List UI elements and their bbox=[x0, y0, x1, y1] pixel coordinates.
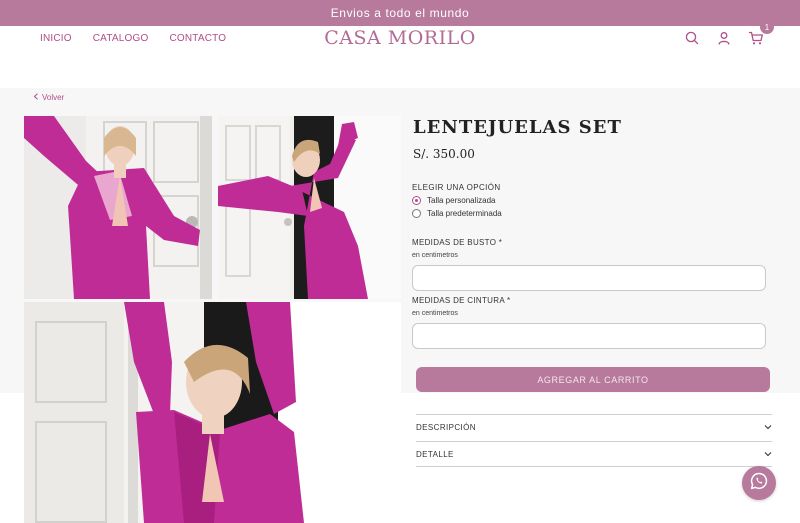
whatsapp-button[interactable] bbox=[742, 466, 776, 500]
cintura-hint: en centimetros bbox=[412, 310, 458, 317]
product-photo-2[interactable] bbox=[218, 116, 401, 299]
product-title: LENTEJUELAS SET bbox=[413, 117, 622, 138]
announcement-text: Envios a todo el mundo bbox=[330, 6, 470, 20]
whatsapp-icon bbox=[749, 471, 769, 496]
accordion-label: DESCRIPCIÓN bbox=[416, 422, 476, 432]
announcement-bar: Envios a todo el mundo bbox=[0, 0, 800, 26]
accordion-label: DETALLE bbox=[416, 449, 454, 459]
busto-input[interactable] bbox=[412, 265, 766, 291]
cintura-input[interactable] bbox=[412, 323, 766, 349]
option-talla-predeterminada[interactable]: Talla predeterminada bbox=[412, 209, 502, 218]
chevron-down-icon bbox=[764, 450, 772, 459]
cintura-label: MEDIDAS DE CINTURA * bbox=[412, 296, 511, 305]
product-photo-1[interactable] bbox=[24, 116, 212, 299]
back-link[interactable]: Volver bbox=[33, 93, 64, 102]
cart-icon[interactable]: 1 bbox=[748, 20, 774, 46]
option-talla-personalizada[interactable]: Talla personalizada bbox=[412, 196, 496, 205]
busto-label: MEDIDAS DE BUSTO * bbox=[412, 238, 503, 247]
cart-count-badge: 1 bbox=[760, 20, 774, 34]
accordion-divider bbox=[416, 466, 772, 467]
chevron-down-icon bbox=[764, 423, 772, 432]
radio-selected[interactable] bbox=[412, 196, 421, 205]
search-icon[interactable] bbox=[684, 30, 700, 46]
product-price: S/. 350.00 bbox=[413, 147, 475, 161]
accordion-descripcion[interactable]: DESCRIPCIÓN bbox=[416, 414, 772, 439]
option-label-text: Talla personalizada bbox=[427, 196, 496, 205]
accordion-detalle[interactable]: DETALLE bbox=[416, 441, 772, 466]
product-photo-3[interactable] bbox=[24, 302, 401, 523]
back-label: Volver bbox=[42, 93, 65, 102]
logo[interactable]: CASA MORILO bbox=[0, 27, 800, 49]
option-label: ELEGIR UNA OPCIÓN bbox=[412, 183, 501, 192]
option-label-text: Talla predeterminada bbox=[427, 209, 502, 218]
user-icon[interactable] bbox=[716, 30, 732, 46]
add-to-cart-button[interactable]: AGREGAR AL CARRITO bbox=[416, 367, 770, 392]
header-icons: 1 bbox=[684, 20, 774, 46]
radio-unselected[interactable] bbox=[412, 209, 421, 218]
chevron-left-icon bbox=[33, 93, 39, 102]
busto-hint: en centimetros bbox=[412, 252, 458, 259]
